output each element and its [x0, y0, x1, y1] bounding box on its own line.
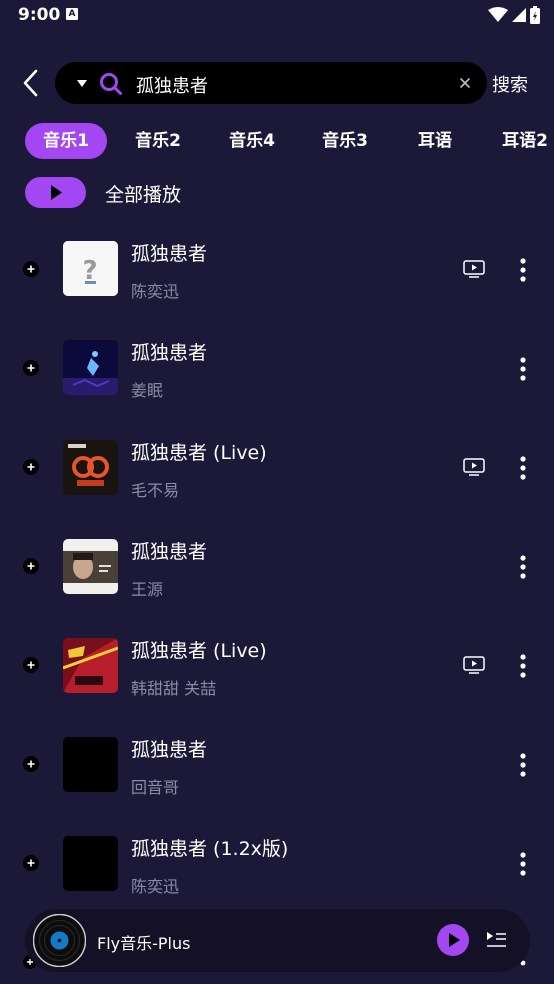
tab-music4[interactable]: 音乐4 [221, 123, 283, 159]
song-row[interactable]: 孤独患者 王源 [0, 523, 554, 613]
chevron-left-icon [23, 69, 38, 97]
more-vertical-icon[interactable] [516, 653, 530, 679]
add-icon[interactable] [23, 756, 39, 772]
more-vertical-icon[interactable] [516, 257, 530, 283]
song-title: 孤独患者 [131, 739, 208, 761]
song-row[interactable]: 孤独患者 (1.2x版) 陈奕迅 [0, 820, 554, 910]
song-row[interactable]: 孤独患者 (Live) 韩甜甜 关喆 [0, 622, 554, 712]
add-icon[interactable] [23, 657, 39, 673]
song-artist: 陈奕迅 [131, 877, 180, 896]
mv-icon[interactable] [463, 656, 485, 674]
play-all-button[interactable] [25, 177, 86, 208]
search-query[interactable]: 孤独患者 [136, 72, 208, 98]
notification-a-icon: A [66, 8, 78, 20]
add-icon[interactable] [23, 261, 39, 277]
more-vertical-icon[interactable] [516, 554, 530, 580]
song-row[interactable]: 孤独患者 回音哥 [0, 721, 554, 811]
song-artist: 毛不易 [131, 481, 180, 500]
song-artist: 韩甜甜 关喆 [131, 679, 217, 698]
song-artist: 陈奕迅 [131, 282, 180, 301]
cover-blue-figure [63, 340, 118, 395]
playlist-icon[interactable] [485, 929, 507, 951]
vinyl-disc-icon [33, 914, 86, 967]
add-icon[interactable] [23, 558, 39, 574]
tab-whisper2[interactable]: 耳语2 [497, 123, 553, 159]
back-button[interactable] [18, 68, 46, 98]
player-title: Fly音乐-Plus [97, 934, 191, 953]
search-input[interactable]: 孤独患者 [55, 62, 487, 104]
song-artist: 姜眠 [131, 381, 164, 400]
add-icon[interactable] [23, 459, 39, 475]
clear-icon[interactable] [457, 75, 473, 91]
play-icon[interactable] [437, 924, 469, 956]
add-icon[interactable] [23, 855, 39, 871]
play-all-label[interactable]: 全部播放 [105, 180, 181, 207]
more-vertical-icon[interactable] [516, 455, 530, 481]
tab-whisper[interactable]: 耳语 [411, 123, 459, 159]
cover-wang-yuan [63, 539, 118, 594]
song-title: 孤独患者 (1.2x版) [131, 838, 289, 860]
song-artist: 回音哥 [131, 778, 180, 797]
song-title: 孤独患者 (Live) [131, 640, 267, 662]
tab-music2[interactable]: 音乐2 [127, 123, 189, 159]
cover-black [63, 737, 118, 792]
song-row[interactable]: ? 孤独患者 陈奕迅 [0, 225, 554, 315]
status-bar: 9:00 A [0, 0, 554, 32]
song-title: 孤独患者 [131, 541, 208, 563]
song-title: 孤独患者 [131, 342, 208, 364]
song-row[interactable]: 孤独患者 (Live) 毛不易 [0, 424, 554, 514]
status-time: 9:00 [18, 5, 61, 25]
cover-black [63, 836, 118, 891]
play-icon [51, 185, 62, 200]
cover-red-show [63, 638, 118, 693]
cover-chen-yixun: ? [63, 241, 118, 296]
mv-icon[interactable] [463, 458, 485, 476]
search-icon [100, 73, 122, 95]
mini-player[interactable]: Fly音乐-Plus [25, 909, 530, 972]
cover-sheng-sheng-bu-xi [63, 440, 118, 495]
more-vertical-icon[interactable] [516, 356, 530, 382]
song-artist: 王源 [131, 580, 164, 599]
tab-music1[interactable]: 音乐1 [25, 123, 107, 159]
battery-icon [530, 6, 540, 24]
source-tabs: 音乐1 音乐2 音乐4 音乐3 耳语 耳语2 [25, 123, 554, 159]
tab-music3[interactable]: 音乐3 [314, 123, 376, 159]
more-vertical-icon[interactable] [516, 752, 530, 778]
search-results-screen: 9:00 A 孤独患者 搜索 音乐1 音乐2 音乐4 音乐3 耳语 耳语2 全部… [0, 0, 554, 984]
search-button[interactable]: 搜索 [492, 71, 528, 97]
wifi-icon [488, 7, 508, 22]
song-title: 孤独患者 [131, 243, 208, 265]
song-title: 孤独患者 (Live) [131, 442, 267, 464]
more-vertical-icon[interactable] [516, 851, 530, 877]
status-icons [488, 6, 540, 24]
song-row[interactable]: 孤独患者 姜眠 [0, 324, 554, 414]
cellular-signal-icon [512, 8, 526, 22]
add-icon[interactable] [23, 360, 39, 376]
mv-icon[interactable] [463, 260, 485, 278]
caret-down-icon[interactable] [75, 75, 89, 91]
